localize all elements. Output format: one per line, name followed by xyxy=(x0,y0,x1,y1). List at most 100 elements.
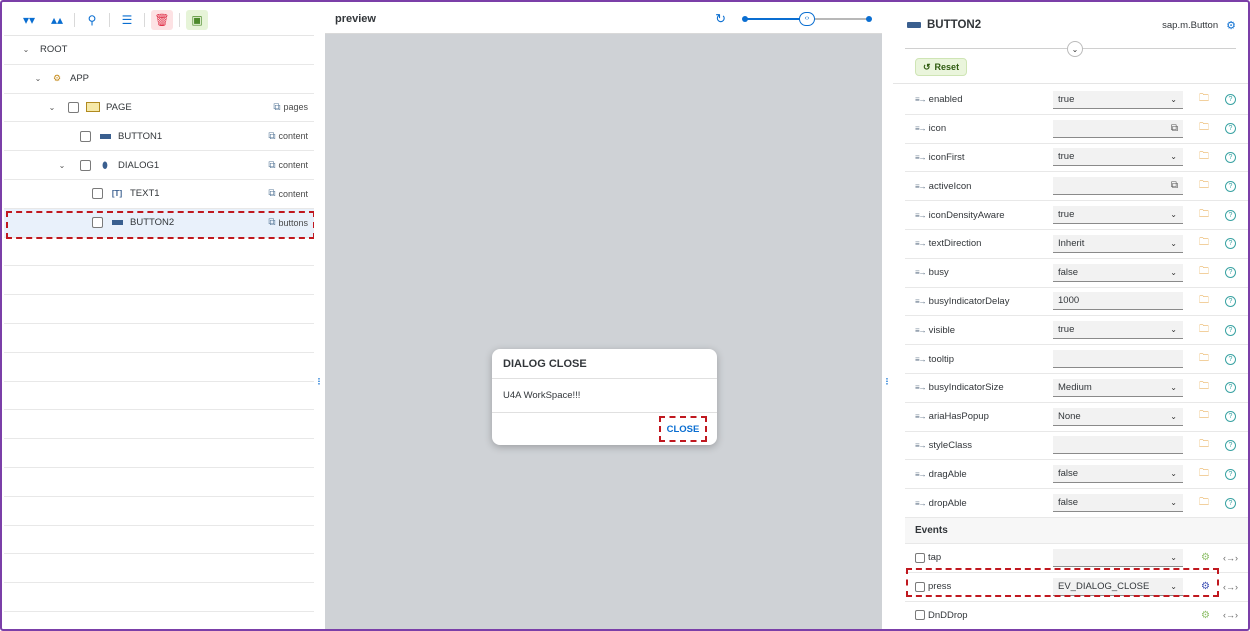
code-icon[interactable]: ‹→› xyxy=(1223,582,1238,592)
tree-item-root[interactable]: ⌄ ROOT xyxy=(4,36,314,65)
property-input[interactable] xyxy=(1053,436,1183,455)
help-icon[interactable]: ? xyxy=(1225,295,1236,307)
tree-item-page[interactable]: ⌄ PAGE ⧉ pages xyxy=(4,94,314,123)
splitter-grip-icon[interactable]: ⠇ xyxy=(317,377,324,387)
code-icon[interactable]: ‹→› xyxy=(1223,553,1238,563)
folder-icon[interactable]: 🗀 xyxy=(1199,149,1209,166)
help-icon[interactable]: ? xyxy=(1225,468,1236,480)
event-checkbox[interactable] xyxy=(915,552,925,563)
close-button[interactable]: CLOSE xyxy=(659,416,707,442)
help-icon[interactable]: ? xyxy=(1225,382,1236,394)
property-select[interactable]: Medium ⌄ xyxy=(1053,378,1183,397)
folder-icon[interactable]: 🗀 xyxy=(1199,264,1209,281)
property-icon: ≡→ xyxy=(915,152,927,162)
chevron-down-icon[interactable]: ⌄ xyxy=(46,103,58,112)
splitter-grip-icon[interactable]: ⠇ xyxy=(885,377,892,387)
tree-item-button2[interactable]: BUTTON2 ⧉ buttons xyxy=(4,208,314,238)
tree-item-dialog1[interactable]: ⌄ ⬮ DIALOG1 ⧉ content xyxy=(4,151,314,180)
tree-item-button1[interactable]: BUTTON1 ⧉ content xyxy=(4,122,314,152)
event-select[interactable]: ⌄ xyxy=(1053,548,1183,567)
trash-icon[interactable]: 🗑 xyxy=(151,9,173,30)
property-input[interactable]: ⧉ xyxy=(1053,177,1183,196)
help-icon[interactable]: ? xyxy=(1225,439,1236,451)
help-icon[interactable]: ? xyxy=(1225,267,1236,279)
gear-icon[interactable]: ⚙ xyxy=(1201,552,1210,563)
refresh-icon[interactable]: ↻ xyxy=(715,11,726,27)
gear-icon[interactable]: ⚙ xyxy=(1201,610,1210,621)
chevron-down-icon[interactable]: ⌄ xyxy=(20,45,32,54)
help-icon[interactable]: ? xyxy=(1225,238,1236,250)
code-icon[interactable]: ‹→› xyxy=(1223,610,1238,620)
property-select[interactable]: true ⌄ xyxy=(1053,148,1183,167)
expand-all-icon[interactable]: ▾▾ xyxy=(18,10,40,30)
folder-icon[interactable]: 🗀 xyxy=(1199,120,1209,137)
tree-item-checkbox[interactable] xyxy=(92,188,103,200)
folder-icon[interactable]: 🗀 xyxy=(1199,322,1209,339)
folder-icon[interactable]: 🗀 xyxy=(1199,178,1209,195)
folder-icon[interactable]: 🗀 xyxy=(1199,91,1209,108)
help-icon[interactable]: ? xyxy=(1225,411,1236,423)
tree-item-checkbox[interactable] xyxy=(80,130,91,142)
folder-icon[interactable]: 🗀 xyxy=(1199,293,1209,310)
help-icon[interactable]: ? xyxy=(1225,151,1236,163)
splitter-right[interactable]: ⠇ xyxy=(882,4,892,629)
folder-icon[interactable]: 🗀 xyxy=(1199,437,1209,454)
help-icon[interactable]: ? xyxy=(1225,497,1236,509)
toolbar-divider xyxy=(109,12,110,27)
tree-item-app[interactable]: ⌄ ⚙ APP xyxy=(4,65,314,94)
outline-icon[interactable]: ☰ xyxy=(116,10,138,30)
property-select[interactable]: false ⌄ xyxy=(1053,465,1183,484)
tree-item-checkbox[interactable] xyxy=(80,159,91,171)
toolbar-divider xyxy=(179,12,180,27)
button-icon xyxy=(98,130,112,142)
folder-icon[interactable]: 🗀 xyxy=(1199,466,1209,483)
tree-item-checkbox[interactable] xyxy=(92,217,103,229)
event-select[interactable]: EV_DIALOG_CLOSE ⌄ xyxy=(1053,577,1183,596)
folder-icon[interactable]: 🗀 xyxy=(1199,408,1209,425)
value-help-icon[interactable]: ⧉ xyxy=(1171,180,1178,191)
event-checkbox[interactable] xyxy=(915,610,925,621)
zoom-slider-thumb[interactable]: ‹› xyxy=(799,11,815,26)
property-select[interactable]: false ⌄ xyxy=(1053,494,1183,513)
property-select[interactable]: true ⌄ xyxy=(1053,90,1183,109)
help-icon[interactable]: ? xyxy=(1225,123,1236,135)
folder-icon[interactable]: 🗀 xyxy=(1199,379,1209,396)
chevron-down-icon[interactable]: ⌄ xyxy=(56,161,68,170)
aggregation-icon: ⧉ xyxy=(268,130,276,142)
help-icon[interactable]: ? xyxy=(1225,180,1236,192)
help-icon[interactable]: ? xyxy=(1225,209,1236,221)
aggregation-icon: ⧉ xyxy=(268,159,276,171)
reset-button[interactable]: ↺ Reset xyxy=(915,58,968,76)
chevron-down-icon[interactable]: ⌄ xyxy=(32,74,44,83)
property-select[interactable]: true ⌄ xyxy=(1053,206,1183,225)
folder-icon[interactable]: 🗀 xyxy=(1199,235,1209,252)
tree-item-checkbox[interactable] xyxy=(68,101,79,113)
search-icon[interactable]: ⚲ xyxy=(81,10,103,30)
gear-icon[interactable]: ⚙ xyxy=(1201,581,1210,592)
settings-icon[interactable]: ⚙ xyxy=(1226,19,1236,32)
help-icon[interactable]: ? xyxy=(1225,353,1236,365)
help-icon[interactable]: ? xyxy=(1225,94,1236,106)
property-select[interactable]: true ⌄ xyxy=(1053,321,1183,340)
splitter-left[interactable]: ⠇ xyxy=(314,4,324,629)
dialog-title: DIALOG CLOSE xyxy=(492,349,717,379)
folder-icon[interactable]: 🗀 xyxy=(1199,207,1209,224)
properties-title: BUTTON2 xyxy=(907,19,1162,31)
collapse-all-icon[interactable]: ▴▴ xyxy=(46,10,68,30)
help-icon[interactable]: ? xyxy=(1225,324,1236,336)
value-help-icon[interactable]: ⧉ xyxy=(1171,123,1178,134)
collapse-icon[interactable]: ⌄ xyxy=(1067,41,1083,57)
property-input[interactable] xyxy=(1053,350,1183,369)
property-input[interactable]: ⧉ xyxy=(1053,119,1183,138)
reset-row: ↺ Reset xyxy=(893,56,1248,84)
preview-icon[interactable]: ▣ xyxy=(186,9,208,30)
zoom-slider[interactable]: ‹› xyxy=(742,11,872,26)
property-select[interactable]: Inherit ⌄ xyxy=(1053,234,1183,253)
property-select[interactable]: false ⌄ xyxy=(1053,263,1183,282)
event-checkbox[interactable] xyxy=(915,581,925,592)
folder-icon[interactable]: 🗀 xyxy=(1199,495,1209,512)
tree-item-text1[interactable]: [T] TEXT1 ⧉ content xyxy=(4,180,314,209)
property-select[interactable]: None ⌄ xyxy=(1053,407,1183,426)
property-input[interactable]: 1000 xyxy=(1053,292,1183,311)
folder-icon[interactable]: 🗀 xyxy=(1199,351,1209,368)
